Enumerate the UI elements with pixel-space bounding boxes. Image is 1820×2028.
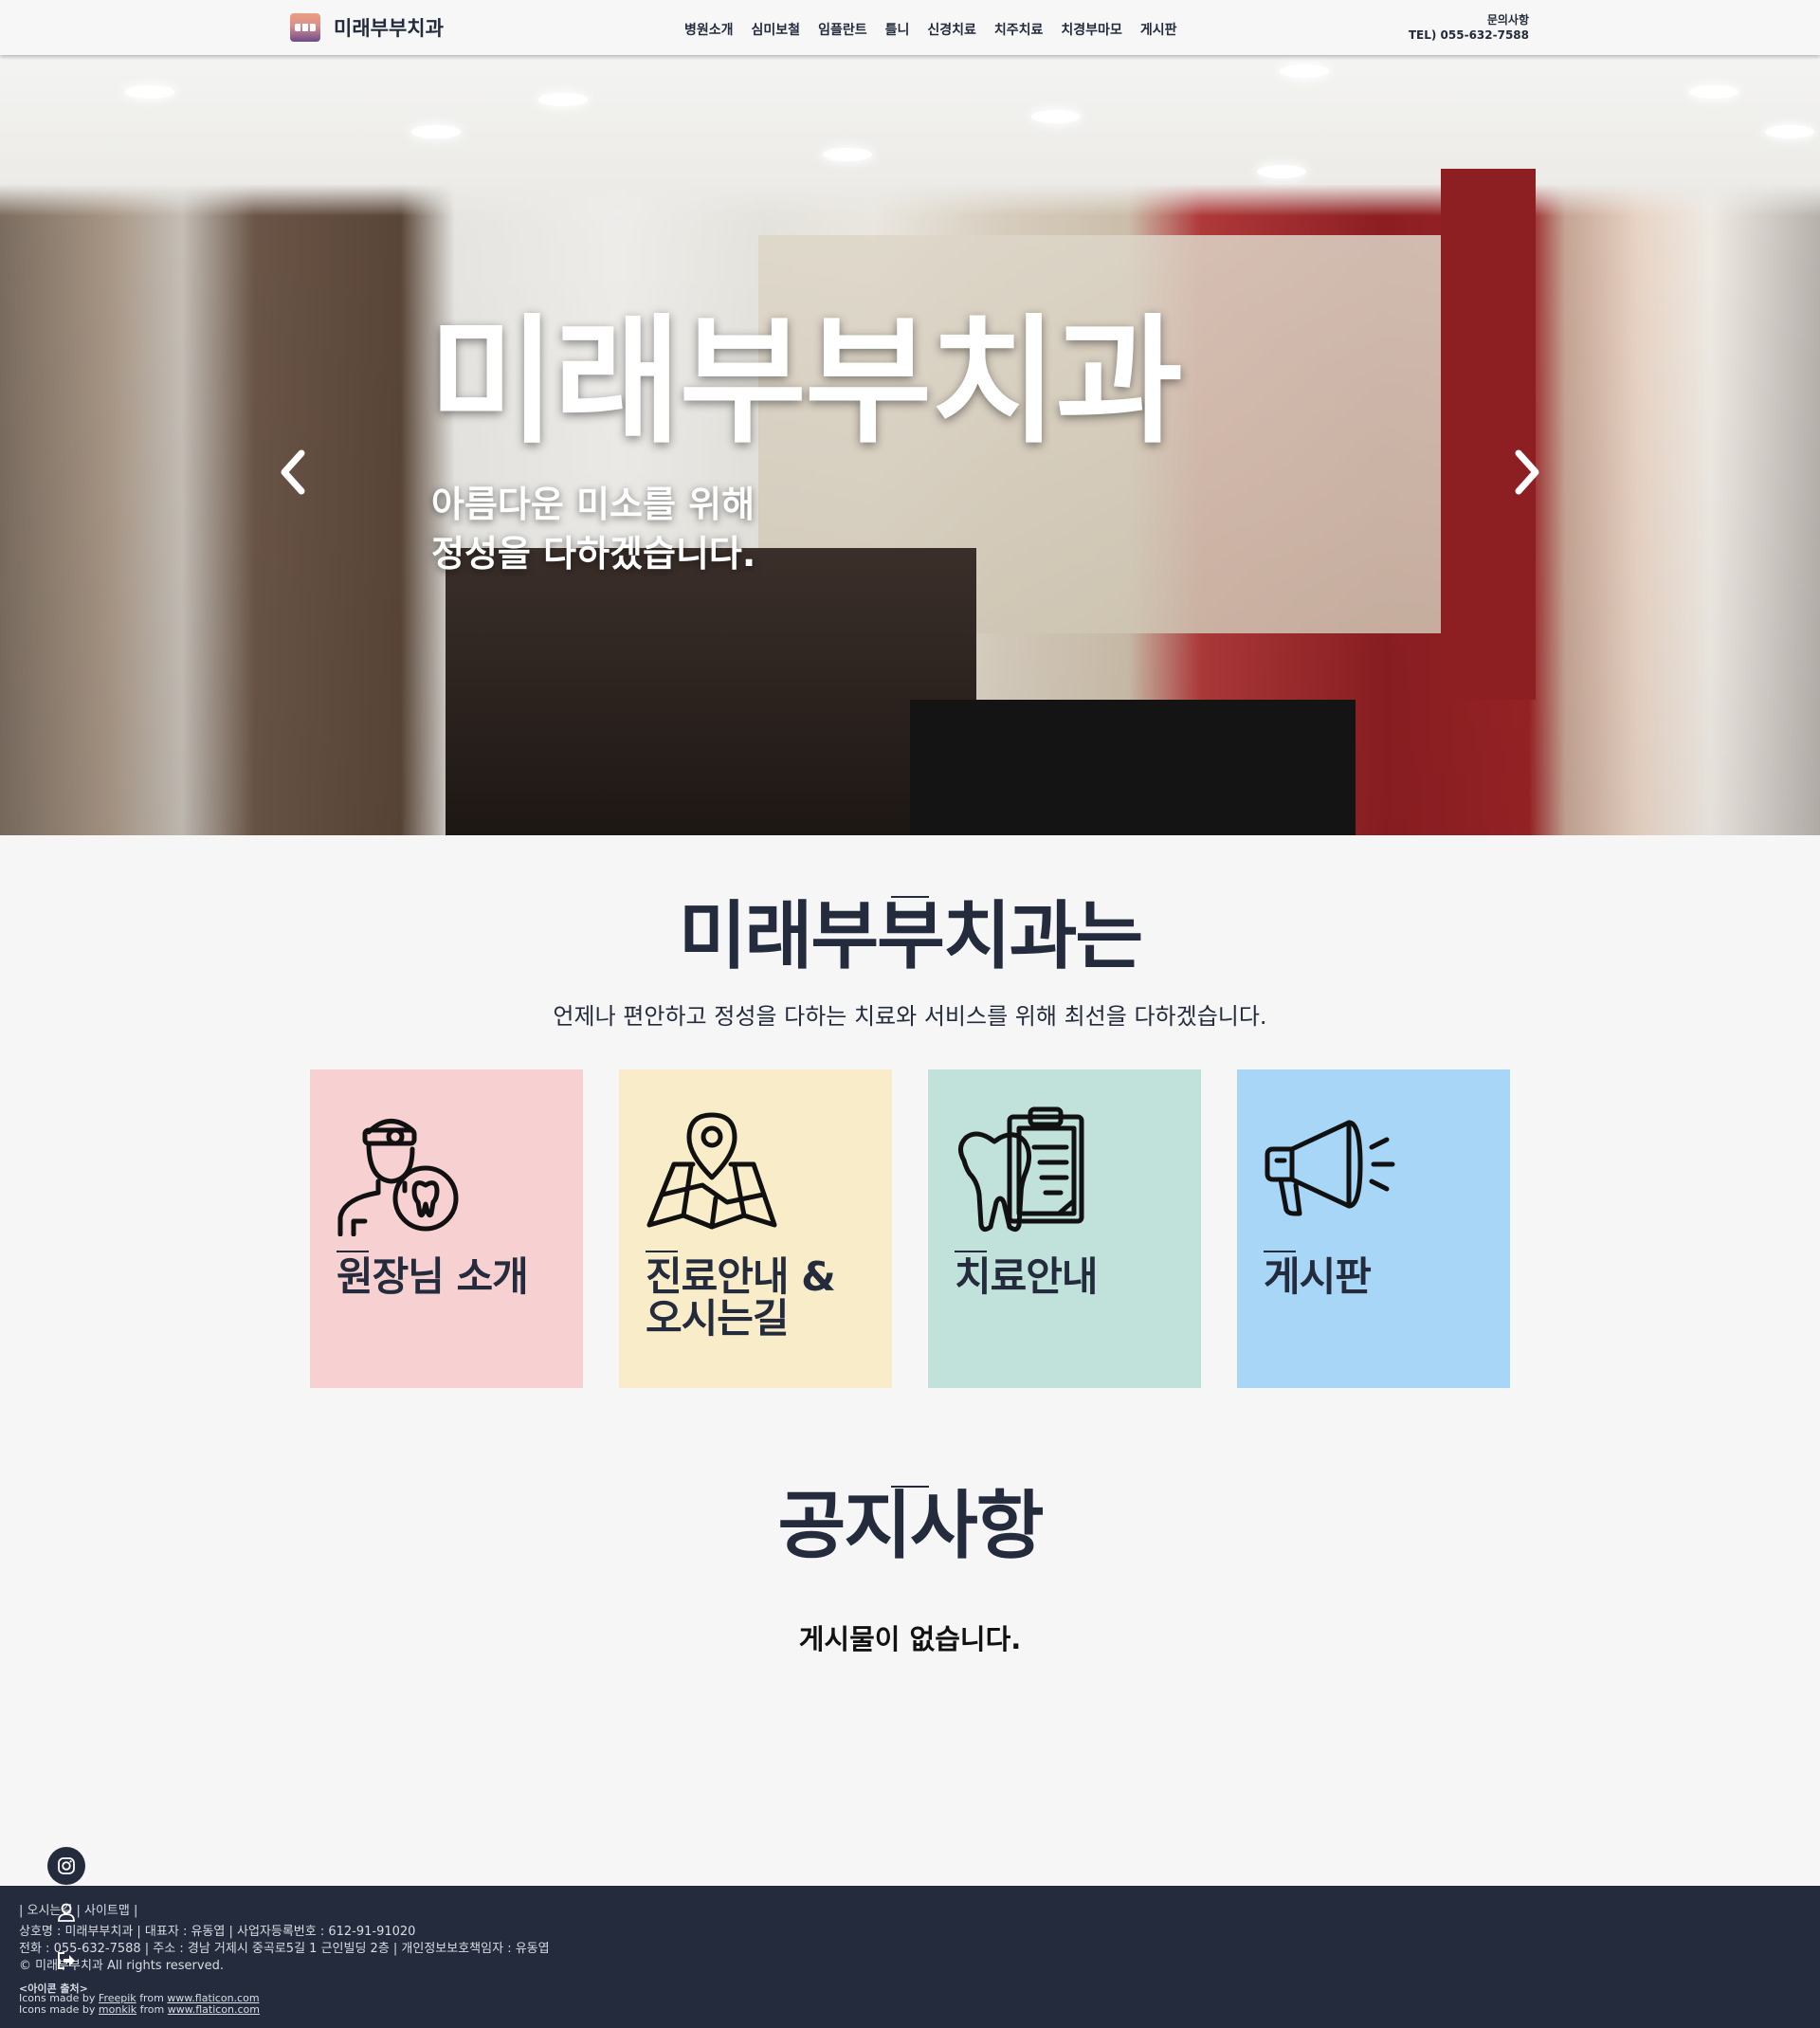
hero-title: 미래부부치과 bbox=[428, 301, 1183, 463]
map-pin-icon bbox=[646, 1112, 777, 1230]
credit-from: from bbox=[139, 2003, 165, 2016]
card-title: 게시판 bbox=[1264, 1253, 1372, 1300]
hero-next-button[interactable] bbox=[1507, 444, 1545, 501]
contact-label: 문의사항 bbox=[1486, 13, 1529, 27]
ceiling-light bbox=[1280, 64, 1329, 78]
instagram-button[interactable] bbox=[47, 1847, 85, 1885]
card-divider bbox=[337, 1251, 369, 1252]
nav-item-cervical-abrasion[interactable]: 치경부마모 bbox=[1061, 20, 1121, 39]
ceiling-light bbox=[125, 85, 174, 99]
nav-item-periodontal[interactable]: 치주치료 bbox=[994, 20, 1044, 39]
ceiling-light bbox=[1689, 85, 1738, 99]
card-divider bbox=[955, 1251, 987, 1252]
ceiling-light bbox=[1765, 125, 1814, 138]
user-button[interactable] bbox=[53, 1899, 80, 1926]
site-footer: | 오시는길 | 사이트맵 | 상호명 : 미래부부치과 | 대표자 : 유동엽… bbox=[0, 1886, 1820, 2028]
nav-item-root-canal[interactable]: 신경치료 bbox=[927, 20, 976, 39]
ceiling-light bbox=[823, 148, 872, 161]
megaphone-icon bbox=[1265, 1120, 1395, 1216]
hero-subtitle-line1: 아름다운 미소를 위해 bbox=[431, 484, 755, 525]
dentist-icon bbox=[337, 1119, 459, 1236]
card-divider bbox=[1264, 1251, 1296, 1252]
site-header: 미래부부치과 병원소개 심미보철 임플란트 틀니 신경치료 치주치료 치경부마모… bbox=[0, 0, 1820, 55]
footer-credit-2: Icons made by monkik from www.flaticon.c… bbox=[19, 2003, 260, 2016]
hero-prev-button[interactable] bbox=[275, 444, 313, 501]
instagram-icon bbox=[58, 1857, 75, 1874]
tooth-clipboard-icon bbox=[958, 1106, 1084, 1233]
nav-item-aesthetic-prosthetics[interactable]: 심미보철 bbox=[752, 20, 801, 39]
footer-contact-info: 전화 : 055-632-7588 | 주소 : 경남 거제시 중곡로5길 1 … bbox=[19, 1942, 550, 1956]
footer-copyright: © 미래부부치과 All rights reserved. bbox=[19, 1959, 224, 1973]
logout-button[interactable] bbox=[53, 1947, 80, 1974]
card-treatment-info[interactable]: 치료안내 bbox=[928, 1069, 1201, 1388]
notice-empty-message: 게시물이 없습니다. bbox=[798, 1623, 1022, 1655]
nav-item-board[interactable]: 게시판 bbox=[1140, 20, 1177, 39]
card-board[interactable]: 게시판 bbox=[1237, 1069, 1510, 1388]
hero-subtitle-line2: 정성을 다하겠습니다. bbox=[431, 533, 756, 575]
chevron-left-icon bbox=[281, 449, 305, 495]
nav-item-denture[interactable]: 틀니 bbox=[885, 20, 910, 39]
card-title: 치료안내 bbox=[955, 1253, 1099, 1300]
user-icon bbox=[58, 1903, 75, 1922]
hero-desk bbox=[910, 700, 1356, 835]
credit-site-link[interactable]: www.flaticon.com bbox=[168, 2003, 260, 2016]
card-directions[interactable]: 진료안내 & 오시는길 bbox=[619, 1069, 892, 1388]
chevron-right-icon bbox=[1515, 449, 1539, 495]
card-title: 진료안내 & 오시는길 bbox=[646, 1253, 836, 1342]
nav-item-implant[interactable]: 임플란트 bbox=[818, 20, 867, 39]
ceiling-light bbox=[538, 93, 588, 106]
site-logo[interactable]: 미래부부치과 bbox=[290, 13, 444, 42]
header-contact: 문의사항 TEL) 055-632-7588 bbox=[1409, 12, 1529, 43]
ceiling-light bbox=[1257, 165, 1306, 178]
credit-author-link[interactable]: monkik bbox=[99, 2003, 136, 2016]
ceiling-light bbox=[1031, 110, 1081, 123]
hero-reception-counter bbox=[446, 548, 976, 835]
tooth-logo-icon bbox=[290, 13, 320, 42]
hero-red-panel bbox=[1441, 169, 1536, 700]
hero-ceiling bbox=[0, 55, 1820, 216]
card-divider bbox=[646, 1251, 678, 1252]
intro-title: 미래부부치과는 bbox=[678, 894, 1143, 979]
card-director-intro[interactable]: 원장님 소개 bbox=[310, 1069, 583, 1388]
logout-icon bbox=[58, 1952, 75, 1969]
hero-slider: 미래부부치과 아름다운 미소를 위해 정성을 다하겠습니다. bbox=[0, 55, 1820, 835]
main-nav: 병원소개 심미보철 임플란트 틀니 신경치료 치주치료 치경부마모 게시판 bbox=[684, 20, 1194, 39]
nav-item-about[interactable]: 병원소개 bbox=[684, 20, 734, 39]
card-title: 원장님 소개 bbox=[337, 1253, 529, 1300]
ceiling-light bbox=[411, 125, 461, 138]
hero-subtitle: 아름다운 미소를 위해 정성을 다하겠습니다. bbox=[431, 480, 755, 578]
notice-title: 공지사항 bbox=[777, 1484, 1044, 1569]
credit-prefix: Icons made by bbox=[19, 2003, 96, 2016]
intro-description: 언제나 편안하고 정성을 다하는 치료와 서비스를 위해 최선을 다하겠습니다. bbox=[553, 1003, 1267, 1030]
logo-text: 미래부부치과 bbox=[334, 17, 444, 40]
contact-tel[interactable]: TEL) 055-632-7588 bbox=[1409, 27, 1529, 43]
